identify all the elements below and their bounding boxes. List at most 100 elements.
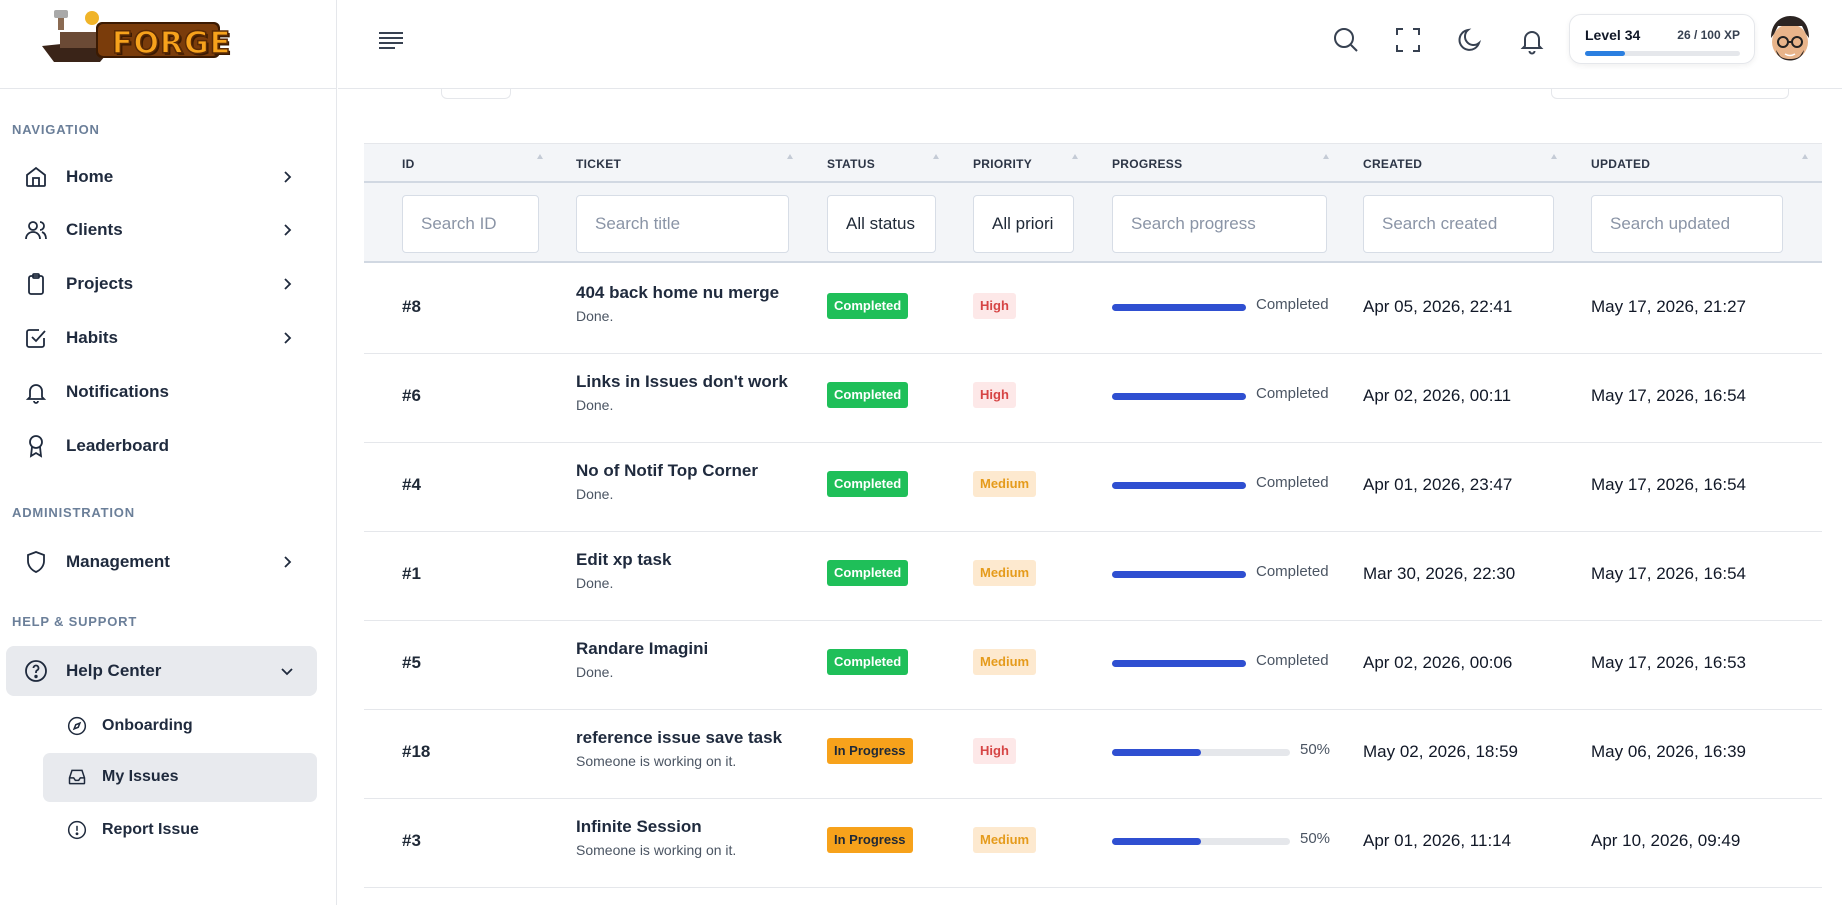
column-header-ticket[interactable]: TICKET (576, 157, 621, 171)
sort-icon[interactable] (1322, 153, 1330, 161)
issue-subtitle: Done. (576, 575, 614, 591)
sidebar-item-projects[interactable]: Projects (6, 259, 317, 309)
sort-icon[interactable] (932, 153, 940, 161)
created-date: May 02, 2026, 18:59 (1363, 742, 1519, 761)
sort-icon[interactable] (1801, 153, 1809, 161)
issue-title[interactable]: 404 back home nu merge (576, 283, 779, 303)
updated-date: May 17, 2026, 21:27 (1591, 297, 1747, 316)
menu-toggle-icon[interactable] (377, 28, 405, 52)
sidebar-item-help-center[interactable]: Help Center (6, 646, 317, 696)
issue-title[interactable]: Randare Imagini (576, 639, 708, 659)
sidebar-item-label: Clients (66, 220, 123, 239)
section-navigation: NAVIGATION (12, 122, 100, 137)
issue-id: #4 (402, 475, 421, 494)
sidebar-item-clients[interactable]: Clients (6, 205, 317, 255)
priority-badge: Medium (973, 649, 1037, 675)
sidebar-item-habits[interactable]: Habits (6, 313, 317, 363)
toolbar-stub-left (441, 89, 511, 99)
filter-priority-select[interactable]: All priori (973, 195, 1074, 253)
issue-id: #1 (402, 564, 421, 583)
users-icon (25, 221, 47, 240)
filter-title-input[interactable]: Search title (576, 195, 789, 253)
issue-id: #18 (402, 742, 431, 761)
progress-label: Completed (1256, 385, 1329, 402)
updated-date: May 17, 2026, 16:54 (1591, 475, 1747, 494)
issue-id: #8 (402, 297, 421, 316)
sidebar-item-notifications[interactable]: Notifications (6, 367, 317, 417)
table-row[interactable]: #1 Edit xp task Done. Completed Medium Comple… (364, 532, 1822, 621)
issue-id: #5 (402, 653, 421, 672)
compass-icon (67, 716, 87, 736)
updated-date: May 06, 2026, 16:39 (1591, 742, 1747, 761)
level-widget[interactable]: Level 34 26 / 100 XP (1569, 14, 1755, 64)
forge-logo[interactable]: FORGE (40, 6, 231, 70)
table-row[interactable]: #4 No of Notif Top Corner Done. Completed Me… (364, 443, 1822, 532)
top-bar: Level 34 26 / 100 XP (338, 0, 1842, 89)
table-row[interactable]: #5 Randare Imagini Done. Completed Medium Com… (364, 621, 1822, 710)
column-header-status[interactable]: STATUS (827, 157, 875, 171)
sidebar-subitem-onboarding[interactable]: Onboarding (43, 702, 317, 751)
sidebar-item-home[interactable]: Home (6, 152, 317, 202)
progress-fill (1112, 838, 1201, 845)
avatar[interactable] (1762, 12, 1818, 72)
column-header-id[interactable]: ID (402, 157, 415, 171)
issue-title[interactable]: Links in Issues don't work (576, 372, 788, 392)
progress-bar (1112, 393, 1246, 400)
sidebar-item-leaderboard[interactable]: Leaderboard (6, 421, 317, 471)
sidebar-subitem-label: Onboarding (102, 717, 193, 734)
sidebar-item-label: Projects (66, 274, 134, 293)
sidebar: FORGE NAVIGATION Home Clients Projects H… (0, 0, 337, 905)
sidebar-item-management[interactable]: Management (6, 537, 317, 587)
filter-progress-input[interactable]: Search progress (1112, 195, 1327, 253)
issue-title[interactable]: Edit xp task (576, 550, 671, 570)
filter-created-input[interactable]: Search created (1363, 195, 1554, 253)
progress-fill (1112, 660, 1246, 667)
issue-title[interactable]: No of Notif Top Corner (576, 461, 758, 481)
user-avatar-icon (1771, 16, 1809, 61)
status-badge: Completed (827, 471, 909, 497)
sidebar-subitem-label: My Issues (102, 768, 179, 785)
xp-label: 26 / 100 XP (1677, 28, 1740, 42)
created-date: Mar 30, 2026, 22:30 (1363, 564, 1516, 583)
sidebar-subitem-report-issue[interactable]: Report Issue (43, 806, 317, 855)
sidebar-subitem-label: Report Issue (102, 821, 199, 838)
fullscreen-icon[interactable] (1393, 25, 1423, 55)
column-header-updated[interactable]: UPDATED (1591, 157, 1650, 171)
column-header-created[interactable]: CREATED (1363, 157, 1422, 171)
sort-icon[interactable] (1550, 153, 1558, 161)
sidebar-item-label: Notifications (66, 382, 169, 401)
moon-icon[interactable] (1455, 25, 1485, 55)
progress-fill (1112, 571, 1246, 578)
xp-progress-bar (1585, 51, 1740, 56)
progress-bar (1112, 482, 1246, 489)
column-header-progress[interactable]: PROGRESS (1112, 157, 1182, 171)
issue-title[interactable]: reference issue save task (576, 728, 782, 748)
table-row[interactable]: #8 404 back home nu merge Done. Completed Hi… (364, 265, 1822, 354)
sort-icon[interactable] (786, 153, 794, 161)
progress-bar (1112, 660, 1246, 667)
search-icon[interactable] (1331, 25, 1361, 55)
issue-id: #6 (402, 386, 421, 405)
sidebar-item-label: Habits (66, 328, 118, 347)
column-header-priority[interactable]: PRIORITY (973, 157, 1032, 171)
issue-title[interactable]: Infinite Session (576, 817, 702, 837)
home-icon (26, 166, 46, 187)
table-row[interactable]: #3 Infinite Session Someone is working on … (364, 799, 1822, 888)
filter-status-select[interactable]: All status (827, 195, 936, 253)
progress-fill (1112, 304, 1246, 311)
sort-icon[interactable] (536, 153, 544, 161)
filter-row: Search ID Search title All status All pr… (364, 183, 1822, 263)
priority-badge: Medium (973, 471, 1037, 497)
filter-updated-input[interactable]: Search updated (1591, 195, 1783, 253)
alert-circle-icon (67, 820, 87, 840)
created-date: Apr 01, 2026, 23:47 (1363, 475, 1513, 494)
sort-icon[interactable] (1071, 153, 1079, 161)
filter-id-input[interactable]: Search ID (402, 195, 539, 253)
bell-icon[interactable] (1517, 25, 1547, 55)
updated-date: May 17, 2026, 16:53 (1591, 653, 1747, 672)
table-row[interactable]: #6 Links in Issues don't work Done. Complet… (364, 354, 1822, 443)
shield-icon (27, 551, 45, 573)
table-row[interactable]: #18 reference issue save task Someone is w… (364, 710, 1822, 799)
sidebar-subitem-my-issues[interactable]: My Issues (43, 753, 317, 802)
status-badge: Completed (827, 649, 909, 675)
